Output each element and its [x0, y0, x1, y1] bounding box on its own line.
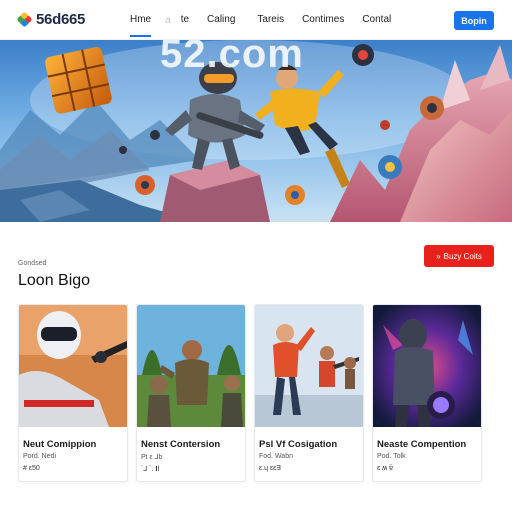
cta-button-label: Buzy Coits — [443, 251, 482, 261]
top-navbar: 56d665 Hme a te Caling Tareis Contimes C… — [0, 0, 512, 40]
hero-watermark: 52.com — [160, 40, 304, 76]
card-price: ˋ⅃ ˋ. 𝐈Ɩ — [141, 466, 160, 473]
card-title: Neut Comippion — [23, 439, 97, 450]
main-nav: Hme a te Caling Tareis Contimes Contal — [130, 0, 391, 40]
hero-banner: 52.com — [0, 40, 512, 222]
nav-item-te[interactable]: te — [181, 0, 189, 40]
logo-text: 56d665 — [36, 11, 86, 28]
arrow-right-icon: » — [436, 251, 441, 261]
cta-button[interactable]: » Buzy Coits — [424, 245, 494, 267]
card-subtitle: Pord. Nedi — [23, 453, 57, 460]
signin-button[interactable]: Bopin — [454, 11, 494, 30]
nav-item-contimes[interactable]: Contimes — [302, 0, 344, 40]
card-price: # ε50 — [23, 465, 40, 472]
nav-item-a[interactable]: a — [165, 15, 171, 26]
card-thumbnail — [19, 305, 127, 427]
card-title: Nenst Contersion — [141, 439, 221, 450]
card-thumbnail — [373, 305, 481, 427]
game-card[interactable]: Psl Vf Cosigation Fod. Wabn ε.ɥ ɛεƎ — [254, 304, 364, 482]
card-thumbnail — [255, 305, 363, 427]
nav-item-tareis[interactable]: Tareis — [257, 0, 284, 40]
card-price: ɛ ʍ ɐ̈ — [377, 465, 394, 472]
nav-item-contal[interactable]: Contal — [362, 0, 391, 40]
section-label: Gondsed — [18, 260, 47, 267]
nav-item-caling[interactable]: Caling — [207, 0, 235, 40]
game-card[interactable]: Neaste Compention Pod. Tolk ɛ ʍ ɐ̈ — [372, 304, 482, 482]
brand-logo[interactable]: 56d665 — [17, 11, 85, 28]
card-thumbnail — [137, 305, 245, 427]
card-title: Psl Vf Cosigation — [259, 439, 338, 450]
card-price: ε.ɥ ɛεƎ — [259, 465, 281, 472]
game-card[interactable]: Neut Comippion Pord. Nedi # ε50 — [18, 304, 128, 482]
logo-icon — [17, 12, 32, 27]
card-subtitle: Pt ε ⅃b — [141, 454, 163, 461]
nav-item-home[interactable]: Hme — [130, 0, 152, 40]
card-subtitle: Fod. Wabn — [259, 453, 293, 460]
game-card[interactable]: Nenst Contersion Pt ε ⅃b ˋ⅃ ˋ. 𝐈Ɩ — [136, 304, 246, 482]
card-subtitle: Pod. Tolk — [377, 453, 406, 460]
section-title: Loon Bigo — [18, 272, 91, 289]
card-title: Neaste Compention — [377, 439, 467, 450]
